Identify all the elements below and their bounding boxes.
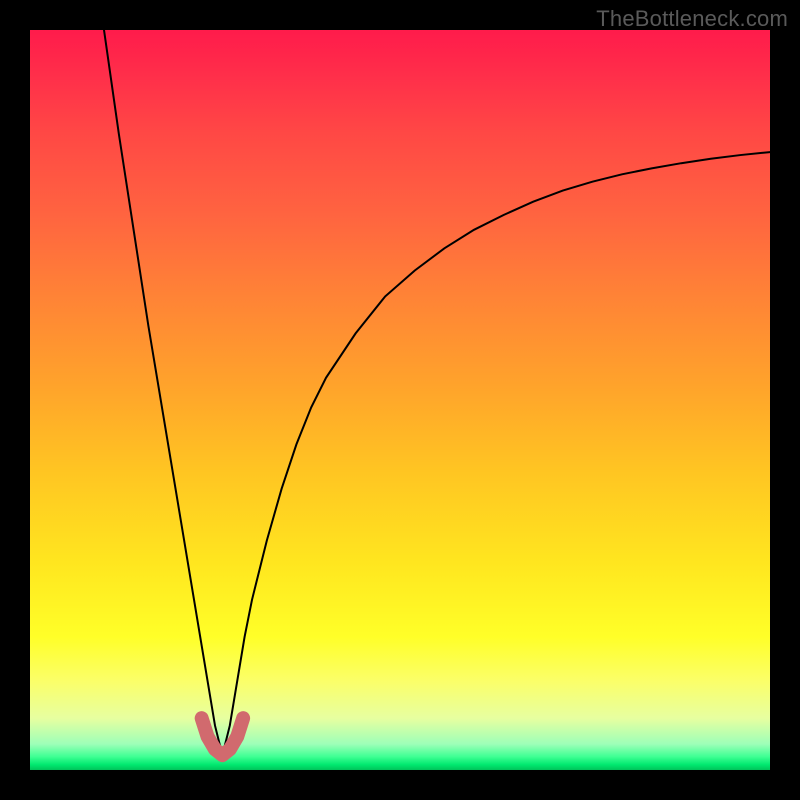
- curve-right-branch: [222, 152, 770, 755]
- curve-overlay: [30, 30, 770, 770]
- curve-left-branch: [104, 30, 222, 755]
- curve-bottom-highlight: [202, 718, 243, 755]
- chart-plot-area: [30, 30, 770, 770]
- watermark-text: TheBottleneck.com: [596, 6, 788, 32]
